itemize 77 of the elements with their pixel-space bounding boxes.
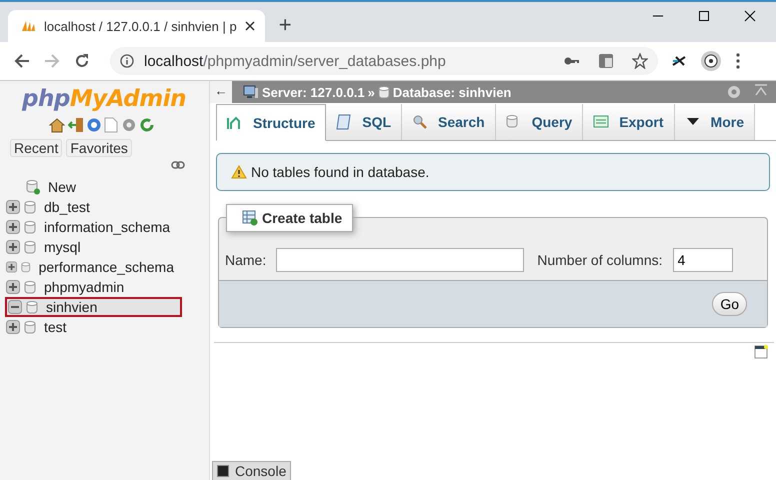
expand-icon[interactable] (6, 280, 20, 294)
collapse-icon[interactable] (8, 300, 22, 314)
maximize-icon[interactable] (698, 10, 710, 22)
field-label: Name: (225, 252, 266, 268)
field-label: Number of columns: (537, 252, 663, 268)
database-icon (24, 220, 36, 234)
url-text: localhost/phpmyadmin/server_databases.php (144, 52, 447, 70)
gear-icon[interactable] (121, 117, 137, 133)
columns-input-field[interactable]: 4 (672, 248, 733, 272)
menu-icon[interactable] (736, 53, 740, 69)
notice-text: No tables found in database. (251, 164, 430, 180)
database-item[interactable]: information_schema (0, 217, 174, 237)
tab[interactable]: Export (583, 104, 675, 140)
link-icon[interactable] (171, 161, 185, 169)
database-icon (21, 260, 31, 274)
translate-icon[interactable] (598, 53, 614, 69)
expand-icon[interactable] (6, 260, 18, 274)
reload-icon[interactable] (140, 118, 154, 132)
expand-icon[interactable] (6, 200, 20, 214)
info-icon (120, 54, 134, 68)
database-item[interactable]: db_test (0, 197, 174, 217)
scroll-icon (336, 114, 352, 130)
star-icon[interactable] (632, 53, 648, 69)
server-link[interactable]: Server: 127.0.0.1 (262, 84, 365, 100)
nav-button[interactable]: Recent (10, 139, 62, 157)
back-button[interactable]: ← (210, 81, 232, 103)
new-database-item[interactable]: New (0, 177, 174, 197)
magnifier-icon (412, 114, 428, 130)
reload-icon[interactable] (74, 53, 90, 69)
profile-avatar-icon[interactable] (700, 50, 722, 72)
nav-button[interactable]: Favorites (66, 139, 132, 157)
database-item[interactable]: phpmyadmin (0, 277, 174, 297)
database-item[interactable]: sinhvien (5, 297, 182, 317)
tab[interactable]: Search (402, 104, 496, 140)
database-link[interactable]: Database: sinhvien (392, 84, 512, 100)
breadcrumb-separator: » (368, 84, 375, 100)
database-icon (26, 300, 38, 314)
logo-text: phpMyAdmin (22, 86, 186, 112)
database-item[interactable]: mysql (0, 237, 174, 257)
structure-icon (227, 114, 243, 130)
database-item[interactable]: test (0, 317, 174, 337)
go-button[interactable]: Go (712, 292, 747, 316)
console-tab[interactable]: Console (212, 461, 292, 480)
back-arrow-icon[interactable] (14, 54, 30, 68)
notepad-icon[interactable] (754, 345, 768, 359)
extension-icon[interactable] (672, 55, 686, 67)
browser-tab[interactable]: localhost / 127.0.0.1 / sinhvien | p (8, 10, 265, 42)
home-icon[interactable] (49, 117, 65, 133)
new-database-icon (26, 179, 40, 195)
key-icon[interactable] (564, 56, 580, 66)
server-icon (243, 85, 259, 99)
new-tab-button[interactable]: + (278, 12, 292, 38)
expand-icon[interactable] (6, 240, 20, 254)
database-icon (24, 280, 36, 294)
tab[interactable]: More (674, 104, 755, 140)
sail-logo-icon (20, 19, 36, 33)
warning-icon (231, 165, 247, 179)
legend-text: Create table (262, 210, 342, 226)
expand-icon[interactable] (6, 320, 20, 334)
database-item[interactable]: performance_schema (0, 257, 174, 277)
database-icon (24, 240, 36, 254)
tab[interactable]: SQL (326, 104, 402, 140)
database-icon (378, 85, 390, 99)
help-icon[interactable] (87, 118, 101, 132)
exit-door-icon[interactable] (68, 117, 84, 133)
new-table-icon (242, 210, 258, 226)
terminal-icon (217, 465, 229, 477)
expand-icon[interactable] (6, 220, 20, 234)
tab[interactable]: Query (496, 104, 584, 140)
tab[interactable]: Structure (216, 104, 326, 141)
database-icon (24, 200, 36, 214)
address-bar[interactable]: localhost/phpmyadmin/server_databases.php (110, 47, 658, 75)
database-icon (24, 320, 36, 334)
tab-title: localhost / 127.0.0.1 / sinhvien | p (44, 18, 237, 34)
close-icon[interactable] (744, 10, 756, 22)
close-icon[interactable] (244, 21, 255, 31)
name-input-field[interactable] (276, 248, 524, 272)
